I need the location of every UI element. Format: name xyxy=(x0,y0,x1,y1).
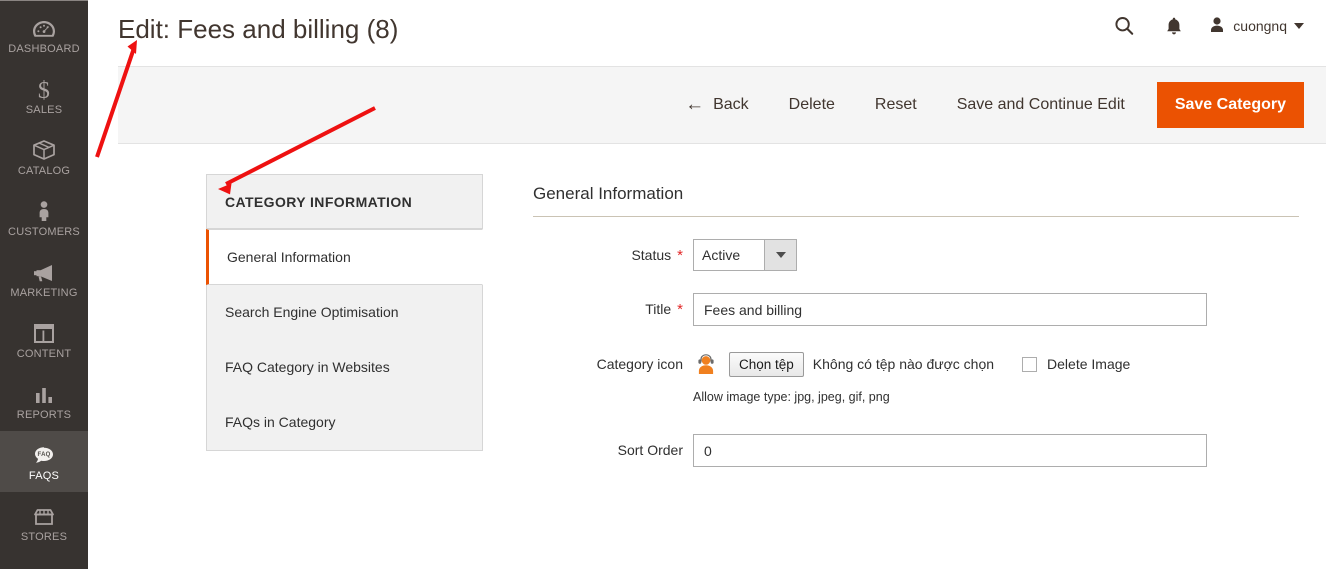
status-select[interactable]: Active xyxy=(693,239,797,271)
sidebar-item-label: DASHBOARD xyxy=(8,43,79,56)
person-icon xyxy=(31,197,57,223)
field-status: Status * Active xyxy=(533,239,1299,271)
chevron-down-icon[interactable] xyxy=(764,240,796,270)
category-icon-label: Category icon xyxy=(597,356,683,372)
category-information-tabs: CATEGORY INFORMATION General Information… xyxy=(206,174,483,451)
page-body: CATEGORY INFORMATION General Information… xyxy=(118,144,1326,569)
admin-page: DASHBOARD $ SALES CATALOG xyxy=(0,0,1326,569)
admin-sidebar: DASHBOARD $ SALES CATALOG xyxy=(0,0,88,569)
save-category-button[interactable]: Save Category xyxy=(1157,82,1304,128)
file-upload-row: Chọn tệp Không có tệp nào được chọn Dele… xyxy=(693,348,1299,380)
main-content: Edit: Fees and billing (8) xyxy=(88,0,1326,569)
file-status-text: Không có tệp nào được chọn xyxy=(813,356,994,372)
title-input[interactable] xyxy=(693,293,1207,326)
sidebar-item-stores[interactable]: STORES xyxy=(0,492,88,553)
user-menu[interactable]: cuongnq xyxy=(1199,8,1304,44)
delete-image-label: Delete Image xyxy=(1047,356,1130,372)
field-label: Sort Order xyxy=(533,434,693,458)
sidebar-item-catalog[interactable]: CATALOG xyxy=(0,126,88,187)
header-tools: cuongnq xyxy=(1099,8,1304,44)
chevron-down-icon[interactable] xyxy=(1294,23,1304,29)
svg-text:$: $ xyxy=(38,78,50,101)
storefront-icon xyxy=(31,502,57,528)
sidebar-item-faqs[interactable]: FAQ FAQS xyxy=(0,431,88,492)
field-control: Chọn tệp Không có tệp nào được chọn Dele… xyxy=(693,348,1299,404)
required-marker: * xyxy=(677,302,683,317)
delete-button[interactable]: Delete xyxy=(769,96,855,114)
form-legend: General Information xyxy=(533,184,1299,217)
field-label: Status * xyxy=(533,239,693,263)
sidebar-item-reports[interactable]: REPORTS xyxy=(0,370,88,431)
arrow-left-icon: ← xyxy=(685,95,704,114)
back-button-label: Back xyxy=(713,96,749,114)
dashboard-gauge-icon xyxy=(31,14,57,40)
bar-chart-icon xyxy=(32,380,56,406)
field-control: Active xyxy=(693,239,1299,271)
field-label: Category icon xyxy=(533,348,693,372)
field-sort-order: Sort Order xyxy=(533,434,1299,467)
sidebar-item-dashboard[interactable]: DASHBOARD xyxy=(0,4,88,65)
status-select-value: Active xyxy=(694,240,764,270)
title-label: Title xyxy=(645,301,671,317)
faq-speech-bubble-icon: FAQ xyxy=(31,441,57,467)
dollar-sign-icon: $ xyxy=(31,75,57,101)
tab-faq-category-in-websites[interactable]: FAQ Category in Websites xyxy=(207,340,482,395)
sidebar-item-sales[interactable]: $ SALES xyxy=(0,65,88,126)
tab-faqs-in-category[interactable]: FAQs in Category xyxy=(207,395,482,450)
sort-order-input[interactable] xyxy=(693,434,1207,467)
tab-search-engine-optimisation[interactable]: Search Engine Optimisation xyxy=(207,285,482,340)
general-information-form: General Information Status * Active xyxy=(533,184,1299,489)
save-and-continue-edit-button[interactable]: Save and Continue Edit xyxy=(937,96,1145,114)
field-control xyxy=(693,434,1299,467)
back-button[interactable]: ← Back xyxy=(665,96,769,114)
field-label: Title * xyxy=(533,293,693,317)
sidebar-item-label: FAQS xyxy=(29,470,59,483)
reset-button[interactable]: Reset xyxy=(855,96,937,114)
page-actions-toolbar: ← Back Delete Reset Save and Continue Ed… xyxy=(118,66,1326,144)
svg-text:FAQ: FAQ xyxy=(38,452,51,458)
field-title: Title * xyxy=(533,293,1299,326)
sidebar-item-label: SALES xyxy=(26,104,62,117)
bell-icon[interactable] xyxy=(1149,8,1199,44)
tabs-heading: CATEGORY INFORMATION xyxy=(207,175,482,229)
delete-image-checkbox-wrap[interactable]: Delete Image xyxy=(1022,356,1130,372)
category-icon-note: Allow image type: jpg, jpeg, gif, png xyxy=(693,390,1299,404)
user-name: cuongnq xyxy=(1233,18,1287,34)
field-category-icon: Category icon xyxy=(533,348,1299,404)
sidebar-item-label: MARKETING xyxy=(10,287,77,300)
support-agent-avatar-icon xyxy=(693,351,719,377)
field-control xyxy=(693,293,1299,326)
avatar-icon xyxy=(1207,15,1227,38)
megaphone-icon xyxy=(31,258,57,284)
sidebar-item-label: REPORTS xyxy=(17,409,71,422)
delete-image-checkbox[interactable] xyxy=(1022,357,1037,372)
sidebar-item-marketing[interactable]: MARKETING xyxy=(0,248,88,309)
sidebar-item-label: CATALOG xyxy=(18,165,70,178)
tab-general-information[interactable]: General Information xyxy=(206,229,483,285)
choose-file-button[interactable]: Chọn tệp xyxy=(729,352,804,377)
sort-order-label: Sort Order xyxy=(618,442,683,458)
layout-window-icon xyxy=(32,319,56,345)
page-header: Edit: Fees and billing (8) xyxy=(88,0,1326,66)
sidebar-item-label: STORES xyxy=(21,531,67,544)
sidebar-item-customers[interactable]: CUSTOMERS xyxy=(0,187,88,248)
status-label: Status xyxy=(631,247,671,263)
sidebar-item-content[interactable]: CONTENT xyxy=(0,309,88,370)
search-icon[interactable] xyxy=(1099,8,1149,44)
required-marker: * xyxy=(677,248,683,263)
page-title: Edit: Fees and billing (8) xyxy=(88,0,398,46)
sidebar-item-label: CONTENT xyxy=(17,348,72,361)
sidebar-item-label: CUSTOMERS xyxy=(8,226,80,239)
box-icon xyxy=(31,136,57,162)
